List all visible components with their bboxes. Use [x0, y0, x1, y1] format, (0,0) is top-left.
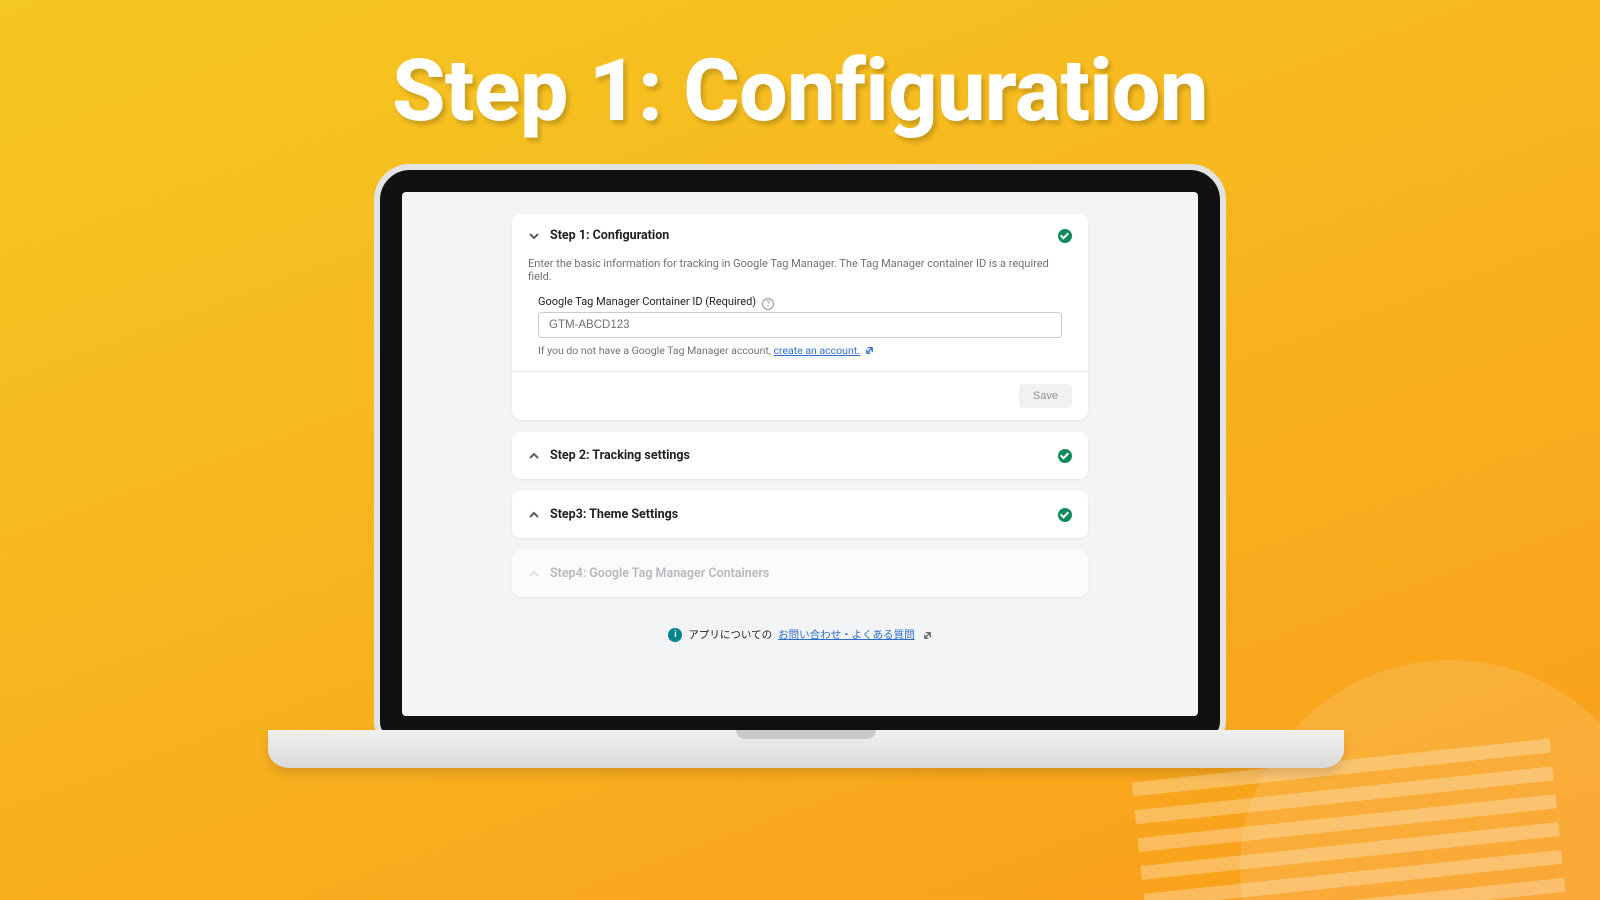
page-title: Step 1: Configuration [0, 40, 1600, 141]
step1-title: Step 1: Configuration [550, 228, 669, 243]
save-button[interactable]: Save [1019, 384, 1072, 408]
chevron-up-icon [528, 509, 540, 521]
step3-title: Step3: Theme Settings [550, 507, 678, 522]
step2-header[interactable]: Step 2: Tracking settings [512, 432, 1088, 479]
footer-help-link[interactable]: お問い合わせ・よくある質問 [778, 627, 915, 642]
app-screen: Step 1: Configuration Enter the basic in… [402, 192, 1198, 716]
step3-header[interactable]: Step3: Theme Settings [512, 491, 1088, 538]
laptop-base [268, 730, 1344, 768]
step1-card: Step 1: Configuration Enter the basic in… [512, 214, 1088, 420]
chevron-up-icon [528, 568, 540, 580]
step2-title: Step 2: Tracking settings [550, 448, 690, 463]
check-circle-icon [1058, 449, 1072, 463]
check-circle-icon [1058, 229, 1072, 243]
step1-header[interactable]: Step 1: Configuration [512, 214, 1088, 257]
laptop-frame: Step 1: Configuration Enter the basic in… [374, 164, 1226, 744]
check-circle-icon [1058, 508, 1072, 522]
external-link-icon [865, 345, 874, 354]
container-id-input[interactable] [538, 312, 1062, 338]
step4-title: Step4: Google Tag Manager Containers [550, 566, 769, 581]
help-icon[interactable]: ? [762, 298, 774, 310]
info-circle-icon: i [668, 628, 682, 642]
step1-description: Enter the basic information for tracking… [528, 257, 1072, 283]
step4-card: Step4: Google Tag Manager Containers [512, 550, 1088, 597]
footer-help-row: i アプリについてのお問い合わせ・よくある質問 [512, 627, 1088, 642]
step2-card: Step 2: Tracking settings [512, 432, 1088, 479]
footer-prefix: アプリについての [688, 627, 772, 642]
chevron-up-icon [528, 450, 540, 462]
container-id-helper: If you do not have a Google Tag Manager … [538, 344, 1062, 357]
create-account-link[interactable]: create an account. [774, 344, 860, 357]
container-id-label: Google Tag Manager Container ID (Require… [538, 295, 756, 308]
chevron-down-icon [528, 230, 540, 242]
external-link-icon [923, 630, 932, 639]
step3-card: Step3: Theme Settings [512, 491, 1088, 538]
